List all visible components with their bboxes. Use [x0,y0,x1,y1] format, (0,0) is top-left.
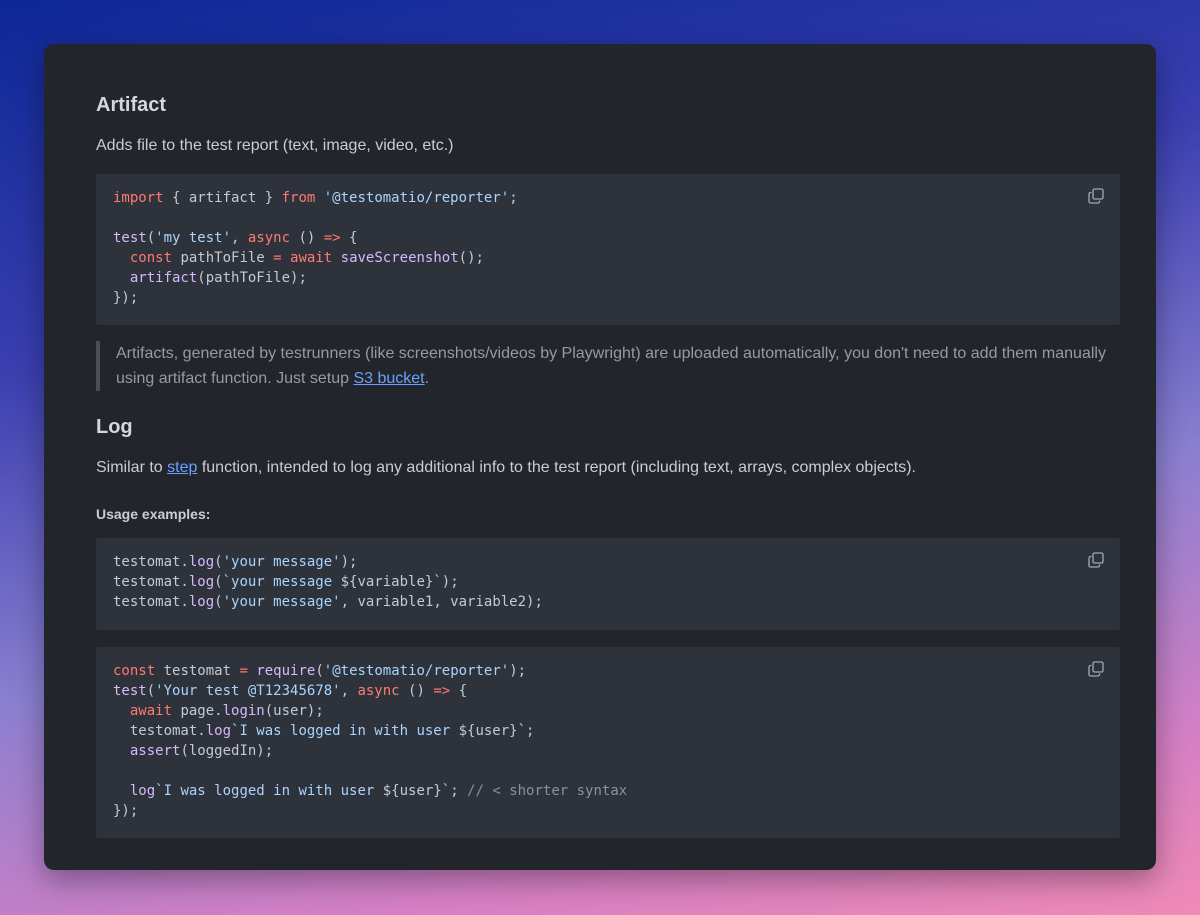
artifact-heading: Artifact [96,94,167,116]
usage-label: Usage examples: [96,506,211,522]
copy-icon[interactable] [1088,552,1104,568]
s3-bucket-link[interactable]: S3 bucket [353,370,424,387]
artifact-note: Artifacts, generated by testrunners (lik… [96,341,1120,391]
log-heading: Log [96,416,133,438]
copy-icon[interactable] [1088,188,1104,204]
step-link[interactable]: step [167,459,197,476]
artifact-code-block: import { artifact } from '@testomatio/re… [96,174,1120,325]
docs-panel: Artifact Adds file to the test report (t… [44,44,1156,870]
log-code-block-1: testomat.log('your message'); testomat.l… [96,538,1120,630]
copy-icon[interactable] [1088,661,1104,677]
log-description: Similar to step function, intended to lo… [96,459,916,476]
artifact-description: Adds file to the test report (text, imag… [96,137,454,154]
log-code-block-2: const testomat = require('@testomatio/re… [96,647,1120,838]
